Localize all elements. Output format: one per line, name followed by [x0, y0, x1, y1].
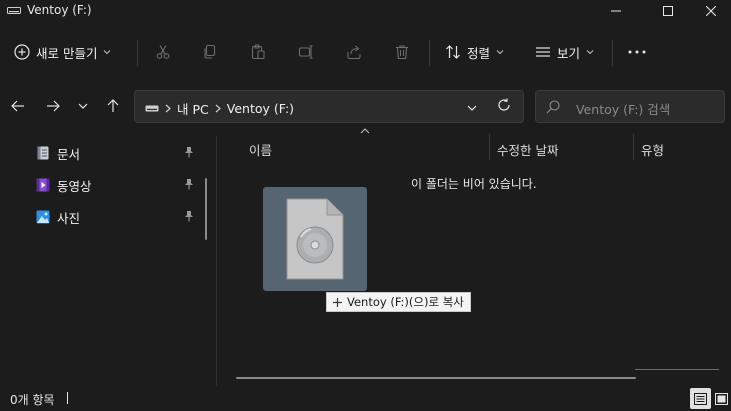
delete-button[interactable]	[392, 42, 412, 62]
search-placeholder: Ventoy (F:) 검색	[576, 102, 671, 117]
column-header-name[interactable]: 이름	[249, 140, 272, 159]
large-icons-view-button[interactable]	[711, 388, 731, 409]
column-divider[interactable]	[489, 134, 490, 160]
close-icon	[706, 6, 716, 16]
sidebar-item-documents[interactable]: 문서	[36, 142, 202, 164]
minimize-button[interactable]	[593, 0, 639, 22]
minimize-icon	[611, 10, 621, 12]
forward-button[interactable]	[43, 96, 63, 116]
chevron-right-icon	[215, 104, 221, 113]
share-icon	[347, 45, 361, 60]
navigation-pane: 문서 동영상 사진	[0, 136, 216, 386]
rename-icon	[298, 45, 313, 59]
video-icon	[36, 178, 50, 192]
refresh-button[interactable]	[497, 98, 511, 115]
sidebar-item-pictures[interactable]: 사진	[36, 206, 202, 228]
sidebar-scrollbar[interactable]	[205, 178, 207, 240]
details-view-icon	[694, 392, 707, 405]
toolbar-separator	[612, 40, 613, 66]
chevron-down-icon	[467, 105, 477, 111]
toolbar-separator	[429, 40, 430, 66]
horizontal-scrollbar[interactable]	[236, 377, 636, 379]
column-header-modified[interactable]: 수정한 날짜	[497, 140, 558, 159]
window-title: Ventoy (F:)	[27, 3, 92, 17]
copy-button[interactable]	[200, 42, 220, 62]
dragged-file-preview	[263, 187, 367, 291]
pin-icon	[185, 211, 193, 222]
empty-folder-message: 이 폴더는 비어 있습니다.	[411, 177, 537, 191]
disc-image-file-icon	[286, 198, 344, 280]
refresh-icon	[498, 98, 510, 111]
share-button[interactable]	[344, 42, 364, 62]
chevron-down-icon	[104, 50, 111, 55]
drag-tooltip-text: Ventoy (F:)(으)로 복사	[347, 295, 464, 309]
picture-icon	[36, 210, 50, 224]
address-history-button[interactable]	[467, 100, 477, 114]
copy-icon	[204, 44, 216, 59]
toolbar-separator	[137, 40, 138, 66]
sidebar-item-videos[interactable]: 동영상	[36, 174, 202, 196]
sort-ascending-icon	[360, 128, 370, 134]
address-bar[interactable]: 내 PC Ventoy (F:)	[134, 90, 524, 123]
drive-icon	[7, 7, 21, 14]
sort-button[interactable]: 정렬	[445, 40, 504, 64]
plus-icon	[333, 297, 342, 307]
chevron-right-icon	[165, 104, 171, 113]
sort-icon	[446, 45, 460, 59]
chevron-down-icon	[496, 50, 504, 55]
view-button-label: 보기	[557, 45, 581, 61]
up-button[interactable]	[103, 96, 123, 116]
sidebar-item-label: 사진	[57, 210, 81, 226]
sort-button-label: 정렬	[467, 45, 491, 61]
breadcrumb-this-pc[interactable]: 내 PC	[177, 99, 209, 118]
clipboard-icon	[251, 44, 265, 60]
maximize-button[interactable]	[645, 0, 691, 22]
scissors-icon	[156, 45, 170, 59]
breadcrumb-ventoy-drive[interactable]: Ventoy (F:)	[227, 101, 294, 116]
close-button[interactable]	[688, 0, 731, 22]
navigation-row: 내 PC Ventoy (F:) Ventoy (F:) 검색	[0, 90, 731, 124]
status-bar: 0개 항목	[0, 386, 731, 411]
column-header-type[interactable]: 유형	[641, 140, 664, 159]
file-list[interactable]: 이름 수정한 날짜 유형 이 폴더는 비어 있습니다. Ventoy (F:)(…	[217, 128, 731, 386]
title-bar: Ventoy (F:)	[0, 0, 731, 22]
view-list-icon	[536, 47, 550, 57]
breadcrumb: 내 PC Ventoy (F:)	[145, 99, 294, 118]
maximize-icon	[663, 6, 673, 16]
sidebar-item-label: 동영상	[57, 178, 92, 194]
view-button[interactable]: 보기	[535, 40, 594, 64]
cut-button[interactable]	[153, 42, 173, 62]
sidebar-item-label: 문서	[57, 146, 81, 162]
recent-locations-button[interactable]	[73, 96, 93, 116]
status-separator	[67, 392, 68, 404]
chevron-down-icon	[586, 50, 594, 55]
plus-circle-icon	[14, 44, 30, 60]
arrow-left-icon	[11, 100, 24, 112]
tiles-view-icon	[715, 392, 728, 405]
chevron-down-icon	[78, 103, 88, 109]
new-button-label: 새로 만들기	[36, 45, 98, 61]
paste-button[interactable]	[248, 42, 268, 62]
trash-icon	[396, 45, 408, 60]
arrow-right-icon	[47, 100, 60, 112]
drive-icon	[145, 105, 159, 112]
search-input[interactable]: Ventoy (F:) 검색	[535, 90, 725, 123]
rename-button[interactable]	[296, 42, 316, 62]
item-count: 0개 항목	[10, 393, 55, 407]
back-button[interactable]	[8, 96, 28, 116]
more-icon	[628, 50, 646, 54]
pin-icon	[185, 147, 193, 158]
arrow-up-icon	[107, 99, 119, 112]
scroll-track	[635, 369, 719, 370]
drag-copy-tooltip: Ventoy (F:)(으)로 복사	[326, 292, 471, 312]
more-options-button[interactable]	[627, 42, 647, 62]
new-button[interactable]: 새로 만들기	[14, 40, 111, 64]
pin-icon	[185, 179, 193, 190]
details-view-button[interactable]	[690, 388, 711, 409]
column-divider[interactable]	[633, 134, 634, 160]
document-icon	[37, 146, 49, 160]
command-bar: 새로 만들기 정렬 보기	[0, 32, 731, 72]
search-icon	[546, 100, 560, 114]
